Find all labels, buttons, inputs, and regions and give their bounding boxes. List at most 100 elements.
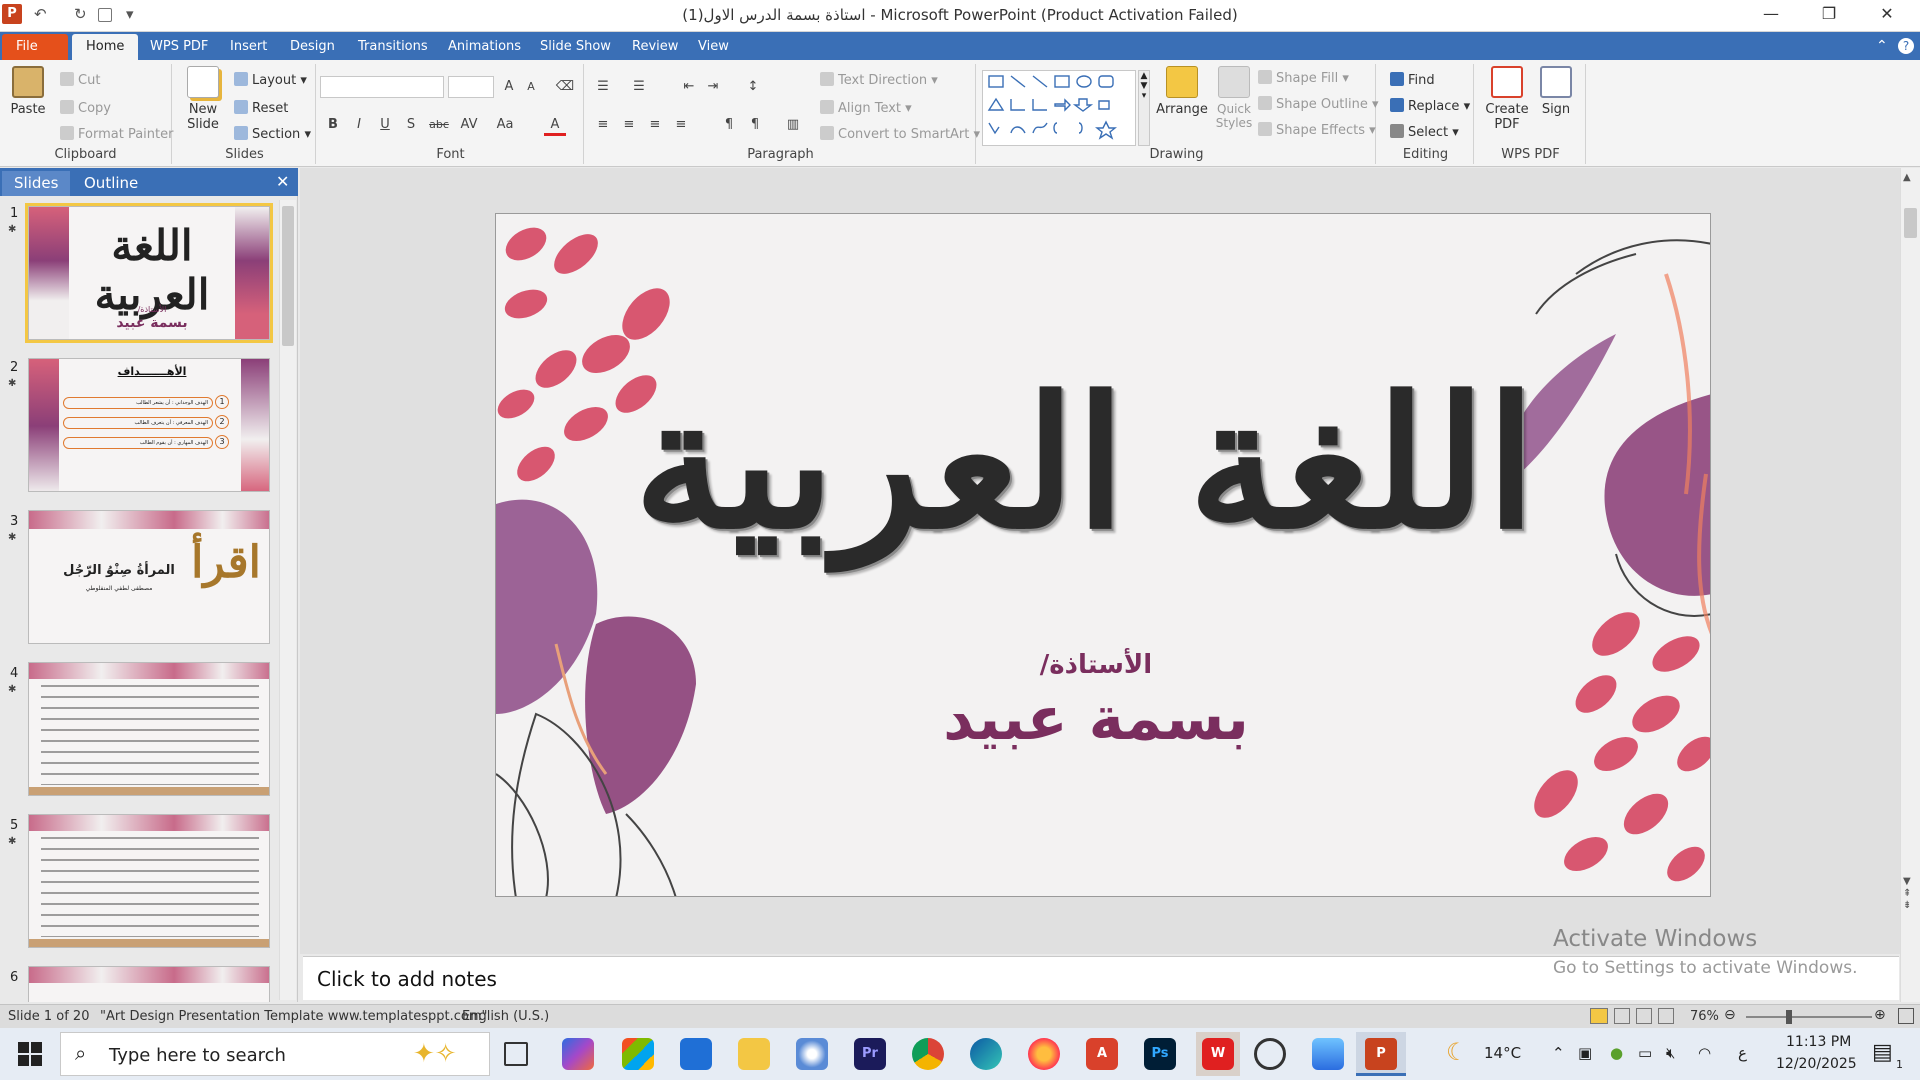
zoom-in-icon[interactable]: ⊕ <box>1874 1007 1886 1023</box>
powerpoint-taskbar-slot[interactable]: P <box>1356 1032 1406 1076</box>
quick-styles-button[interactable]: Quick Styles <box>1212 66 1256 130</box>
volume-icon[interactable]: 🔇︎ <box>1666 1044 1675 1062</box>
copilot-icon[interactable] <box>562 1038 594 1070</box>
slides-pane-scrollbar[interactable] <box>279 200 296 1000</box>
scroll-up-icon[interactable]: ▲ <box>1903 172 1911 183</box>
numbering-icon[interactable]: ☰ <box>628 76 650 98</box>
increase-indent-icon[interactable]: ⇥ <box>702 76 724 98</box>
tab-transitions[interactable]: Transitions <box>344 34 442 60</box>
slide-thumbnail-4[interactable] <box>28 662 270 796</box>
tab-file[interactable]: File <box>2 34 68 60</box>
current-slide[interactable]: اللغة العربية الأستاذة/ بسمة عبيد <box>495 213 1711 897</box>
show-hidden-icons[interactable]: ⌃ <box>1552 1044 1565 1062</box>
slide-thumbnail-5[interactable] <box>28 814 270 948</box>
close-button[interactable]: ✕ <box>1864 4 1910 28</box>
task-view-icon[interactable] <box>504 1042 528 1066</box>
find-button[interactable]: Find <box>1390 72 1435 88</box>
zoom-slider-handle[interactable] <box>1786 1010 1792 1024</box>
input-language[interactable]: ع <box>1738 1044 1747 1062</box>
restore-button[interactable]: ❐ <box>1806 4 1852 28</box>
reading-view-icon[interactable] <box>1636 1008 1652 1024</box>
slide-title-calligraphy[interactable]: اللغة العربية <box>634 274 1536 654</box>
shape-fill-button[interactable]: Shape Fill ▾ <box>1258 70 1349 86</box>
underline-button[interactable]: U <box>374 114 396 136</box>
battery-icon[interactable]: ▭ <box>1638 1044 1652 1062</box>
select-button[interactable]: Select ▾ <box>1390 124 1459 140</box>
tab-slide-show[interactable]: Slide Show <box>526 34 625 60</box>
taskbar-search[interactable]: ⌕ Type here to search ✦✧ <box>60 1032 490 1076</box>
slide-thumbnail-2[interactable]: الأهـــــــداف الهدف الوجداني : أن يشعر … <box>28 358 270 492</box>
photoshop-icon[interactable]: Ps <box>1144 1038 1176 1070</box>
align-left-icon[interactable]: ≡ <box>592 114 614 136</box>
acrobat-icon[interactable]: A <box>1086 1038 1118 1070</box>
editor-scrollbar[interactable]: ▲ ▼ ⇞ ⇟ <box>1900 168 1920 1002</box>
columns-icon[interactable]: ▥ <box>782 114 804 136</box>
scrollbar-thumb[interactable] <box>282 206 294 346</box>
tab-view[interactable]: View <box>684 34 743 60</box>
teacher-label[interactable]: الأستاذة/ <box>876 650 1316 680</box>
change-case-button[interactable]: Aa <box>494 114 516 136</box>
slide-sorter-icon[interactable] <box>1614 1008 1630 1024</box>
paste-button[interactable]: Paste <box>6 66 50 117</box>
text-direction-button[interactable]: Text Direction ▾ <box>820 72 938 88</box>
cut-button[interactable]: Cut <box>60 72 100 88</box>
tab-home[interactable]: Home <box>72 34 138 60</box>
tray-app-icon[interactable]: ▣ <box>1578 1044 1592 1062</box>
slide-thumbnail-6[interactable] <box>28 966 270 1002</box>
slide-show-icon[interactable] <box>1658 1008 1674 1024</box>
section-button[interactable]: Section ▾ <box>234 126 311 142</box>
shadow-button[interactable]: S <box>400 114 422 136</box>
grow-font-icon[interactable]: A <box>498 76 520 98</box>
zoom-out-icon[interactable]: ⊖ <box>1724 1007 1736 1023</box>
align-right-icon[interactable]: ≡ <box>644 114 666 136</box>
align-center-icon[interactable]: ≡ <box>618 114 640 136</box>
strikethrough-button[interactable]: abc <box>428 114 450 136</box>
slide-thumbnail-3[interactable]: المرأةُ صِنْوُ الرّجُل مصطفى لطفي المنفل… <box>28 510 270 644</box>
zoom-level[interactable]: 76% <box>1690 1009 1719 1024</box>
normal-view-icon[interactable] <box>1590 1008 1608 1024</box>
font-name-combo[interactable] <box>320 76 444 98</box>
replace-button[interactable]: Replace ▾ <box>1390 98 1470 114</box>
shape-effects-button[interactable]: Shape Effects ▾ <box>1258 122 1376 138</box>
scrollbar-thumb[interactable] <box>1904 208 1917 238</box>
justify-icon[interactable]: ≡ <box>670 114 692 136</box>
bold-button[interactable]: B <box>322 114 344 136</box>
tab-wps-pdf[interactable]: WPS PDF <box>136 34 222 60</box>
tab-animations[interactable]: Animations <box>434 34 535 60</box>
clear-format-icon[interactable]: ⌫ <box>554 76 576 98</box>
firefox-icon[interactable] <box>1028 1038 1060 1070</box>
arrange-button[interactable]: Arrange <box>1154 66 1210 117</box>
shapes-gallery[interactable] <box>982 70 1136 146</box>
mail-icon[interactable] <box>680 1038 712 1070</box>
font-size-combo[interactable] <box>448 76 494 98</box>
wps-taskbar-slot[interactable]: W <box>1196 1032 1240 1076</box>
teacher-name[interactable]: بسمة عبيد <box>826 684 1366 754</box>
photos-icon[interactable] <box>1312 1038 1344 1070</box>
wifi-icon[interactable]: ◠ <box>1698 1044 1711 1062</box>
sign-button[interactable]: Sign <box>1534 66 1578 117</box>
font-color-button[interactable]: A <box>544 114 566 136</box>
rtl-icon[interactable]: ¶ <box>744 114 766 136</box>
minimize-button[interactable]: — <box>1748 4 1794 28</box>
slide-thumbnail-1[interactable]: اللغة العربية الأستاذة/ بسمة عبيد <box>25 203 273 343</box>
align-text-button[interactable]: Align Text ▾ <box>820 100 912 116</box>
italic-button[interactable]: I <box>348 114 370 136</box>
convert-smartart-button[interactable]: Convert to SmartArt ▾ <box>820 126 980 142</box>
char-spacing-icon[interactable]: AV <box>458 114 480 136</box>
shrink-font-icon[interactable]: A <box>520 76 542 98</box>
language-indicator[interactable]: English (U.S.) <box>462 1009 549 1024</box>
notification-icon[interactable]: ▤ <box>1872 1040 1893 1065</box>
close-pane-icon[interactable]: ✕ <box>276 172 289 191</box>
ltr-icon[interactable]: ¶ <box>718 114 740 136</box>
tab-review[interactable]: Review <box>618 34 692 60</box>
premiere-icon[interactable]: Pr <box>854 1038 886 1070</box>
chrome-icon[interactable] <box>912 1038 944 1070</box>
new-slide-button[interactable]: New Slide <box>178 66 228 132</box>
zoom-slider[interactable] <box>1746 1016 1872 1018</box>
windows-start-icon[interactable] <box>18 1042 42 1066</box>
tray-app-icon[interactable]: ● <box>1610 1044 1623 1062</box>
scroll-down-icon[interactable]: ▼ ⇞ ⇟ <box>1903 876 1911 912</box>
help-icon[interactable]: ? <box>1898 38 1914 54</box>
tab-design[interactable]: Design <box>276 34 349 60</box>
weather-temp[interactable]: 14°C <box>1484 1044 1521 1062</box>
